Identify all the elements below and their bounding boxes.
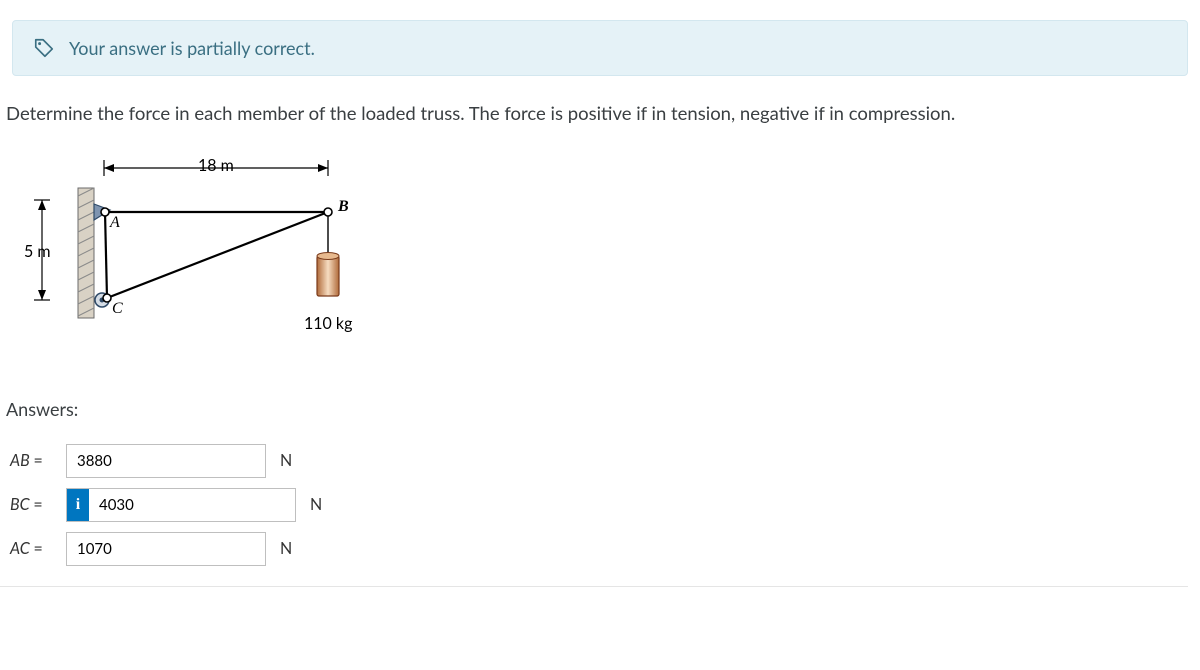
dim-top: 18 m <box>198 156 234 175</box>
node-c-label: C <box>112 300 123 318</box>
answer-row-bc: BC = i N <box>10 488 1188 522</box>
dim-left: 5 m <box>24 242 51 261</box>
answer-row-ab: AB = N <box>10 444 1188 478</box>
answer-label: AB = <box>10 451 56 470</box>
bc-input[interactable] <box>89 489 295 521</box>
answer-row-ac: AC = N <box>10 532 1188 566</box>
answer-label: BC = <box>10 495 56 514</box>
node-a-label: A <box>110 214 120 232</box>
feedback-text: Your answer is partially correct. <box>69 37 315 59</box>
answer-label: AC = <box>10 539 56 558</box>
unit-label: N <box>310 495 322 514</box>
info-icon[interactable]: i <box>67 489 89 521</box>
load-label: 110 kg <box>304 314 352 333</box>
unit-label: N <box>280 451 292 470</box>
tag-icon <box>33 37 55 59</box>
answers-block: AB = N BC = i N AC = N <box>0 444 1188 587</box>
feedback-alert: Your answer is partially correct. <box>12 20 1188 76</box>
question-prompt: Determine the force in each member of th… <box>0 100 1200 148</box>
bc-input-wrap: i <box>66 488 296 522</box>
ac-input[interactable] <box>66 532 266 566</box>
unit-label: N <box>280 539 292 558</box>
answers-heading: Answers: <box>0 358 1200 444</box>
truss-figure: 18 m 5 m A B C 110 kg <box>8 148 388 358</box>
ab-input[interactable] <box>66 444 266 478</box>
node-b-label: B <box>338 198 349 216</box>
